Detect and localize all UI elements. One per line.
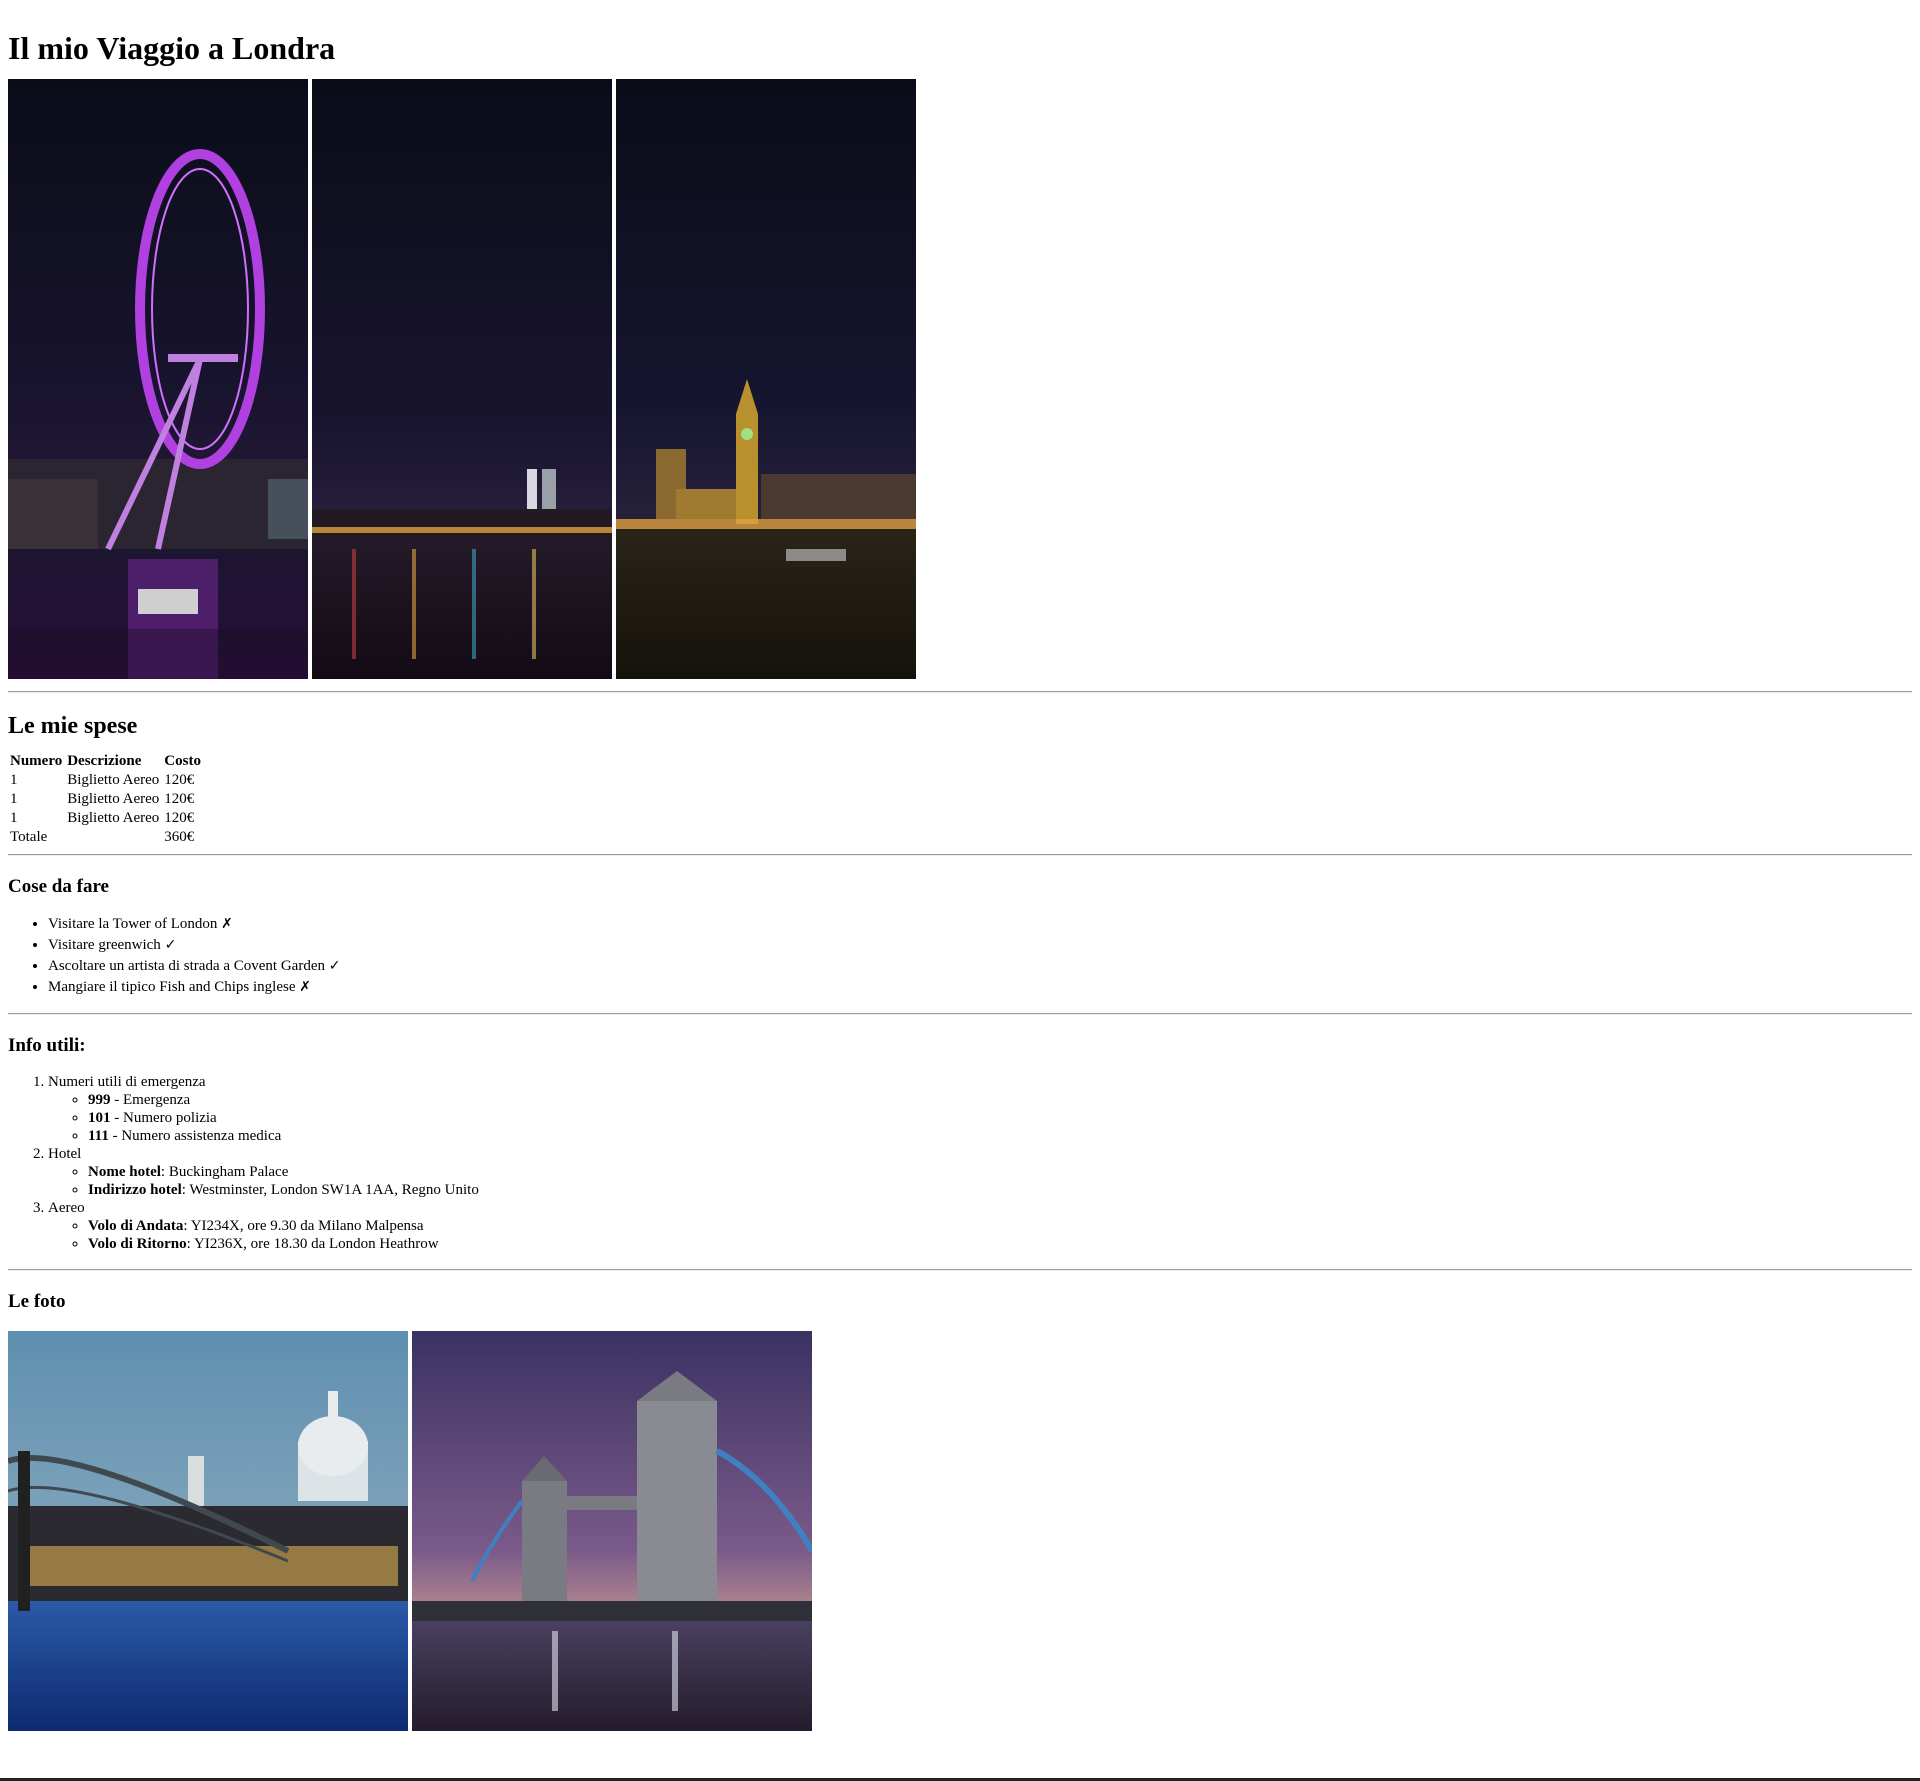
- cell-numero: 1: [10, 791, 18, 807]
- photo-st-pauls-millennium-bridge: [8, 1331, 408, 1731]
- info-key: 101: [88, 1110, 111, 1126]
- cross-icon: ✗: [221, 916, 233, 932]
- list-item: Nome hotel: Buckingham Palace: [88, 1163, 1912, 1181]
- todo-text: Visitare greenwich: [48, 937, 161, 953]
- panorama-panel-thames-skyline: [312, 79, 612, 679]
- table-header-row: Numero Descrizione Costo: [9, 753, 202, 770]
- list-item: Visitare la Tower of London ✗: [48, 914, 1912, 935]
- list-item: Aereo Volo di Andata: YI234X, ore 9.30 d…: [48, 1199, 1912, 1253]
- info-category-emergenza: Numeri utili di emergenza: [48, 1074, 206, 1090]
- todo-text: Mangiare il tipico Fish and Chips ingles…: [48, 979, 296, 995]
- column-header-numero: Numero: [10, 753, 63, 769]
- info-key: 999: [88, 1092, 111, 1108]
- cell-descrizione: Biglietto Aereo: [67, 772, 160, 788]
- section-title-todo: Cose da fare: [8, 876, 109, 897]
- page-title: Il mio Viaggio a Londra: [8, 30, 336, 66]
- list-item: Hotel Nome hotel: Buckingham Palace Indi…: [48, 1145, 1912, 1199]
- check-icon: ✓: [164, 937, 177, 953]
- cell-costo: 120€: [164, 772, 195, 788]
- cell-numero: 1: [10, 810, 18, 826]
- info-value: - Numero polizia: [110, 1110, 217, 1126]
- info-value: : YI234X, ore 9.30 da Milano Malpensa: [183, 1218, 424, 1234]
- expenses-table: Numero Descrizione Costo 1 Biglietto Aer…: [6, 751, 205, 848]
- info-value: : Buckingham Palace: [160, 1164, 289, 1180]
- section-title-spese: Le mie spese: [8, 713, 138, 739]
- section-title-foto: Le foto: [8, 1291, 66, 1312]
- info-key: Nome hotel: [88, 1164, 161, 1180]
- list-item: Volo di Andata: YI234X, ore 9.30 da Mila…: [88, 1217, 1912, 1235]
- table-row: 1 Biglietto Aereo 120€: [9, 791, 202, 808]
- photo-gallery: [8, 1331, 1912, 1731]
- list-item: 999 - Emergenza: [88, 1091, 1912, 1109]
- divider: [8, 691, 1912, 693]
- info-list: Numeri utili di emergenza 999 - Emergenz…: [8, 1073, 1912, 1253]
- todo-text: Ascoltare un artista di strada a Covent …: [48, 958, 325, 974]
- table-row: 1 Biglietto Aereo 120€: [9, 772, 202, 789]
- list-item: Visitare greenwich ✓: [48, 935, 1912, 956]
- column-header-descrizione: Descrizione: [67, 753, 142, 769]
- info-key: Indirizzo hotel: [88, 1182, 182, 1198]
- column-header-costo: Costo: [164, 753, 201, 769]
- todo-list: Visitare la Tower of London ✗ Visitare g…: [8, 914, 1912, 998]
- list-item: Numeri utili di emergenza 999 - Emergenz…: [48, 1073, 1912, 1145]
- cross-icon: ✗: [299, 979, 311, 995]
- cell-descrizione: Biglietto Aereo: [67, 810, 160, 826]
- cell-costo: 120€: [164, 791, 195, 807]
- todo-text: Visitare la Tower of London: [48, 916, 218, 932]
- info-key: Volo di Andata: [88, 1218, 184, 1234]
- info-value: : Westminster, London SW1A 1AA, Regno Un…: [181, 1182, 479, 1198]
- london-panorama: [8, 79, 1912, 679]
- table-row: 1 Biglietto Aereo 120€: [9, 810, 202, 827]
- info-value: - Numero assistenza medica: [108, 1128, 282, 1144]
- info-value: : YI236X, ore 18.30 da London Heathrow: [186, 1236, 439, 1252]
- list-item: Mangiare il tipico Fish and Chips ingles…: [48, 977, 1912, 998]
- total-value: 360€: [164, 829, 195, 845]
- flight-info-list: Volo di Andata: YI234X, ore 9.30 da Mila…: [48, 1217, 1912, 1253]
- check-icon: ✓: [328, 958, 341, 974]
- cell-descrizione: Biglietto Aereo: [67, 791, 160, 807]
- cell-costo: 120€: [164, 810, 195, 826]
- emergency-numbers-list: 999 - Emergenza 101 - Numero polizia 111…: [48, 1091, 1912, 1145]
- info-key: Volo di Ritorno: [88, 1236, 187, 1252]
- info-value: - Emergenza: [110, 1092, 191, 1108]
- panorama-panel-big-ben: [616, 79, 916, 679]
- list-item: Volo di Ritorno: YI236X, ore 18.30 da Lo…: [88, 1235, 1912, 1253]
- info-category-aereo: Aereo: [48, 1200, 85, 1216]
- cell-numero: 1: [10, 772, 18, 788]
- list-item: 101 - Numero polizia: [88, 1109, 1912, 1127]
- panorama-panel-london-eye: [8, 79, 308, 679]
- list-item: Indirizzo hotel: Westminster, London SW1…: [88, 1181, 1912, 1199]
- list-item: Ascoltare un artista di strada a Covent …: [48, 956, 1912, 977]
- section-title-info: Info utili:: [8, 1035, 86, 1056]
- info-category-hotel: Hotel: [48, 1146, 82, 1162]
- photo-tower-bridge: [412, 1331, 812, 1731]
- hotel-info-list: Nome hotel: Buckingham Palace Indirizzo …: [48, 1163, 1912, 1199]
- list-item: 111 - Numero assistenza medica: [88, 1127, 1912, 1145]
- total-label: Totale: [10, 829, 48, 845]
- divider: [8, 1269, 1912, 1271]
- divider: [8, 854, 1912, 856]
- divider: [8, 1013, 1912, 1015]
- info-key: 111: [88, 1128, 109, 1144]
- table-total-row: Totale 360€: [9, 829, 202, 846]
